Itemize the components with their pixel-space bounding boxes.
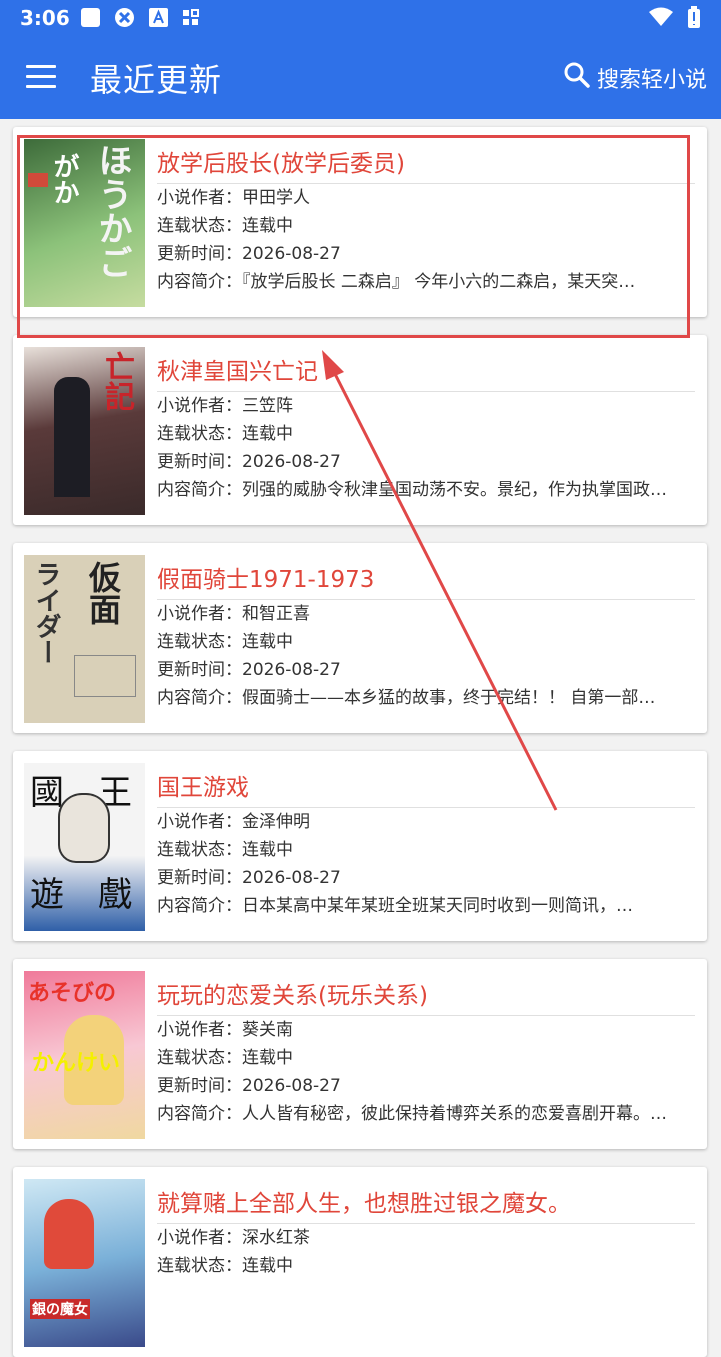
book-author: 小说作者：和智正喜 xyxy=(157,604,310,624)
book-card[interactable]: 銀の魔女 就算赌上全部人生，也想胜过银之魔女。 小说作者：深水红茶 连载状态：连… xyxy=(13,1167,707,1357)
book-updated: 更新时间：2026-08-27 xyxy=(157,1076,341,1096)
book-cover: ライダー 仮面 xyxy=(24,555,145,723)
book-updated: 更新时间：2026-08-27 xyxy=(157,244,341,264)
book-author: 小说作者：深水红茶 xyxy=(157,1228,310,1248)
book-title[interactable]: 国王游戏 xyxy=(157,769,695,808)
book-summary: 内容简介：『放学后股长 二森启』 今年小六的二森启，某天突… xyxy=(157,272,636,292)
app-bar: 最近更新 搜索轻小说 xyxy=(0,35,721,119)
book-cover: 秋津皇国興亡記 xyxy=(24,347,145,515)
book-author: 小说作者：金泽伸明 xyxy=(157,812,310,832)
search-button[interactable]: 搜索轻小说 xyxy=(563,61,707,95)
book-status: 连载状态：连载中 xyxy=(157,1048,293,1068)
book-card[interactable]: ライダー 仮面 假面骑士1971-1973 小说作者：和智正喜 连载状态：连载中… xyxy=(13,543,707,733)
status-bar: 3:06 xyxy=(0,0,721,35)
book-cover: ほうかご がか xyxy=(24,139,145,307)
book-summary: 内容简介：假面骑士——本乡猛的故事，终于完结！！ 自第一部… xyxy=(157,688,656,708)
book-title[interactable]: 假面骑士1971-1973 xyxy=(157,561,695,600)
book-author: 小说作者：甲田学人 xyxy=(157,188,310,208)
book-card[interactable]: 國 王 遊 戲 国王游戏 小说作者：金泽伸明 连载状态：连载中 更新时间：202… xyxy=(13,751,707,941)
book-card[interactable]: ほうかご がか 放学后股长(放学后委员) 小说作者：甲田学人 连载状态：连载中 … xyxy=(13,127,707,317)
book-title[interactable]: 就算赌上全部人生，也想胜过银之魔女。 xyxy=(157,1185,695,1224)
book-author: 小说作者：葵关南 xyxy=(157,1020,293,1040)
book-updated: 更新时间：2026-08-27 xyxy=(157,452,341,472)
book-card[interactable]: 秋津皇国興亡記 秋津皇国兴亡记 小说作者：三笠阵 连载状态：连载中 更新时间：2… xyxy=(13,335,707,525)
search-icon xyxy=(563,61,591,95)
book-title[interactable]: 秋津皇国兴亡记 xyxy=(157,353,695,392)
wifi-icon xyxy=(649,7,673,31)
book-summary: 内容简介：日本某高中某年某班全班某天同时收到一则简讯，… xyxy=(157,896,633,916)
book-updated: 更新时间：2026-08-27 xyxy=(157,660,341,680)
book-status: 连载状态：连载中 xyxy=(157,632,293,652)
app-icon xyxy=(114,7,135,28)
status-time: 3:06 xyxy=(20,6,70,30)
book-cover: 銀の魔女 xyxy=(24,1179,145,1347)
book-title[interactable]: 玩玩的恋爱关系(玩乐关系) xyxy=(157,977,695,1016)
book-status: 连载状态：连载中 xyxy=(157,424,293,444)
book-status: 连载状态：连载中 xyxy=(157,216,293,236)
page-title: 最近更新 xyxy=(90,61,223,99)
book-card[interactable]: あそびの かんけい 玩玩的恋爱关系(玩乐关系) 小说作者：葵关南 连载状态：连载… xyxy=(13,959,707,1149)
book-updated: 更新时间：2026-08-27 xyxy=(157,868,341,888)
square-icon xyxy=(80,7,101,28)
book-author: 小说作者：三笠阵 xyxy=(157,396,293,416)
a-icon xyxy=(148,7,169,28)
menu-icon[interactable] xyxy=(26,65,58,89)
book-status: 连载状态：连载中 xyxy=(157,1256,293,1276)
grid-icon xyxy=(180,7,201,28)
book-title[interactable]: 放学后股长(放学后委员) xyxy=(157,145,695,184)
book-summary: 内容简介：列强的威胁令秋津皇国动荡不安。景纪，作为执掌国政… xyxy=(157,480,667,500)
search-label: 搜索轻小说 xyxy=(596,68,707,93)
book-summary: 内容简介：人人皆有秘密，彼此保持着博弈关系的恋爱喜剧开幕。… xyxy=(157,1104,667,1124)
book-cover: あそびの かんけい xyxy=(24,971,145,1139)
battery-icon xyxy=(687,6,701,32)
book-status: 连载状态：连载中 xyxy=(157,840,293,860)
book-cover: 國 王 遊 戲 xyxy=(24,763,145,931)
